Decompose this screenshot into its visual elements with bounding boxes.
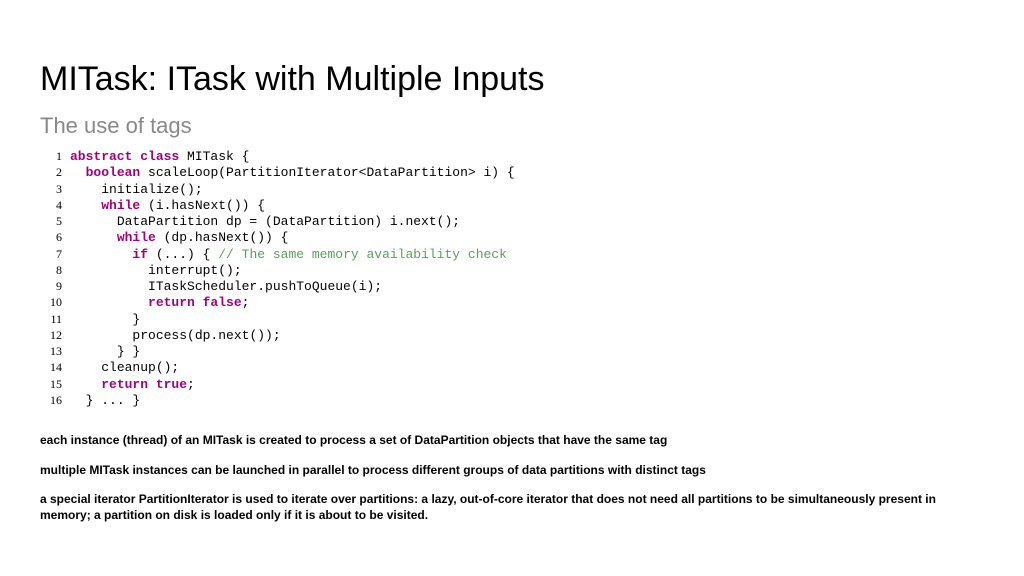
code-content: interrupt(); bbox=[70, 263, 242, 279]
line-number: 12 bbox=[40, 328, 62, 344]
line-number: 8 bbox=[40, 263, 62, 279]
code-content: initialize(); bbox=[70, 182, 203, 198]
line-number: 15 bbox=[40, 377, 62, 393]
code-line: 14 cleanup(); bbox=[40, 360, 984, 376]
code-content: if (...) { // The same memory availabili… bbox=[70, 247, 507, 263]
note-paragraph: multiple MITask instances can be launche… bbox=[40, 463, 984, 479]
line-number: 2 bbox=[40, 165, 62, 181]
line-number: 7 bbox=[40, 247, 62, 263]
slide-subtitle: The use of tags bbox=[40, 113, 984, 139]
line-number: 6 bbox=[40, 230, 62, 246]
code-line: 2 boolean scaleLoop(PartitionIterator<Da… bbox=[40, 165, 984, 181]
code-line: 9 ITaskScheduler.pushToQueue(i); bbox=[40, 279, 984, 295]
code-line: 8 interrupt(); bbox=[40, 263, 984, 279]
code-content: process(dp.next()); bbox=[70, 328, 281, 344]
code-line: 5 DataPartition dp = (DataPartition) i.n… bbox=[40, 214, 984, 230]
code-content: while (i.hasNext()) { bbox=[70, 198, 265, 214]
code-content: while (dp.hasNext()) { bbox=[70, 230, 288, 246]
code-line: 6 while (dp.hasNext()) { bbox=[40, 230, 984, 246]
code-content: } } bbox=[70, 344, 140, 360]
code-line: 3 initialize(); bbox=[40, 182, 984, 198]
code-content: boolean scaleLoop(PartitionIterator<Data… bbox=[70, 165, 515, 181]
note-paragraph: each instance (thread) of an MITask is c… bbox=[40, 433, 984, 449]
line-number: 9 bbox=[40, 279, 62, 295]
line-number: 14 bbox=[40, 360, 62, 376]
code-content: cleanup(); bbox=[70, 360, 179, 376]
line-number: 16 bbox=[40, 393, 62, 409]
code-content: return false; bbox=[70, 295, 249, 311]
line-number: 1 bbox=[40, 149, 62, 165]
code-block: 1abstract class MITask {2 boolean scaleL… bbox=[40, 149, 984, 409]
code-content: } ... } bbox=[70, 393, 140, 409]
code-line: 1 abstract class MITask { bbox=[40, 149, 984, 165]
code-content: ITaskScheduler.pushToQueue(i); bbox=[70, 279, 382, 295]
note-paragraph: a special iterator PartitionIterator is … bbox=[40, 492, 984, 523]
line-number: 5 bbox=[40, 214, 62, 230]
line-number: 4 bbox=[40, 198, 62, 214]
notes-section: each instance (thread) of an MITask is c… bbox=[40, 433, 984, 523]
code-line: 10 return false; bbox=[40, 295, 984, 311]
code-content: } bbox=[70, 312, 140, 328]
code-line: 11 } bbox=[40, 312, 984, 328]
slide-title: MITask: ITask with Multiple Inputs bbox=[40, 60, 984, 99]
line-number: 3 bbox=[40, 182, 62, 198]
code-line: 15 return true; bbox=[40, 377, 984, 393]
code-content: return true; bbox=[70, 377, 195, 393]
code-line: 4 while (i.hasNext()) { bbox=[40, 198, 984, 214]
code-content: abstract class MITask { bbox=[70, 149, 249, 165]
line-number: 11 bbox=[40, 312, 62, 328]
code-line: 7 if (...) { // The same memory availabi… bbox=[40, 247, 984, 263]
code-line: 12 process(dp.next()); bbox=[40, 328, 984, 344]
code-line: 16 } ... } bbox=[40, 393, 984, 409]
line-number: 10 bbox=[40, 295, 62, 311]
code-content: DataPartition dp = (DataPartition) i.nex… bbox=[70, 214, 460, 230]
line-number: 13 bbox=[40, 344, 62, 360]
code-line: 13 } } bbox=[40, 344, 984, 360]
